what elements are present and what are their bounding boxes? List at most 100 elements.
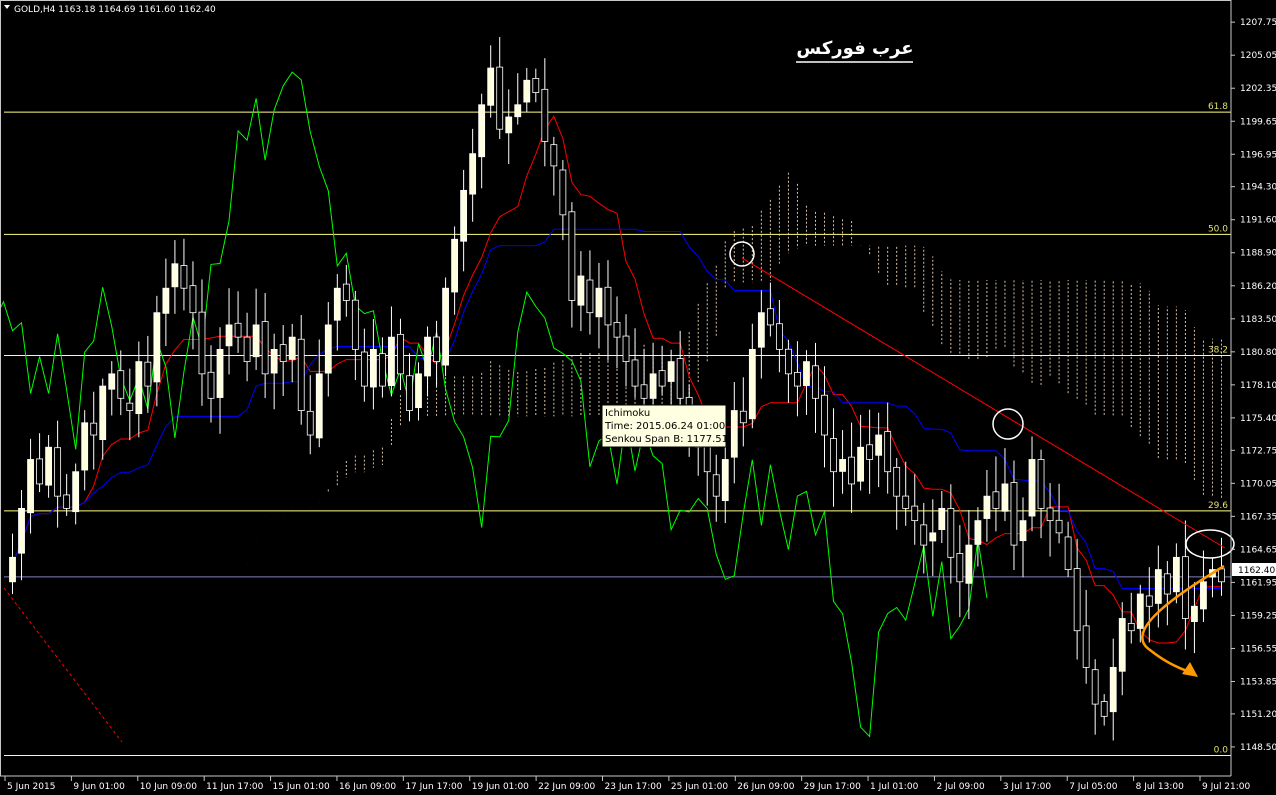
candle-body-0 [9, 556, 16, 583]
candle-body-104 [947, 508, 955, 558]
price-tick-label-1: 1205.05 [1240, 51, 1276, 61]
time-tick-label-1: 9 Jun 01:00 [73, 782, 125, 792]
candle-body-42 [388, 336, 395, 387]
candle-body-68 [622, 335, 630, 363]
time-tick-label-12: 29 Jun 17:00 [804, 782, 861, 792]
candle-body-5 [54, 447, 62, 497]
price-tick-label-7: 1188.90 [1240, 249, 1276, 259]
candle-body-3 [36, 458, 43, 485]
candle-body-53 [487, 67, 495, 106]
candle-body-35 [324, 324, 332, 374]
candle-body-8 [81, 422, 89, 471]
fibo-label-1: 50.0 [1208, 224, 1228, 234]
candle-body-84 [766, 308, 774, 326]
candle-body-114 [1037, 459, 1045, 509]
current-price-marker: 1162.40 [1232, 563, 1276, 576]
price-tick-label-19: 1156.55 [1240, 644, 1276, 654]
price-tick-label-13: 1172.75 [1240, 446, 1276, 456]
candle-body-77 [703, 444, 711, 473]
candle-body-117 [1064, 536, 1072, 570]
price-tick-label-9: 1183.50 [1240, 315, 1276, 325]
candle-body-110 [1001, 483, 1009, 512]
price-tick-label-18: 1159.25 [1240, 611, 1276, 621]
candle-body-63 [577, 275, 585, 306]
price-tick-label-5: 1194.30 [1240, 183, 1276, 193]
candle-body-92 [839, 459, 846, 472]
time-tick-label-4: 15 Jun 01:00 [273, 782, 330, 792]
candle-body-13 [126, 402, 134, 411]
candle-body-103 [938, 507, 946, 530]
time-tick-label-16: 7 Jul 05:00 [1069, 782, 1118, 792]
fibo-label-3: 29.6 [1208, 501, 1228, 511]
candle-body-79 [721, 459, 729, 502]
candle-body-32 [297, 338, 305, 411]
price-tick-label-8: 1186.20 [1240, 282, 1276, 292]
time-tick-label-14: 2 Jul 09:00 [936, 782, 985, 792]
time-tick-label-15: 3 Jul 17:00 [1003, 782, 1052, 792]
candle-body-122 [1109, 667, 1117, 713]
symbol-title: GOLD,H4 1163.18 1164.69 1161.60 1162.40 [14, 5, 216, 15]
candle-body-82 [748, 348, 756, 420]
candle-body-123 [1118, 618, 1126, 672]
candle-body-51 [469, 153, 477, 195]
candle-body-38 [351, 299, 359, 350]
candle-body-89 [812, 365, 819, 399]
candle-body-126 [1145, 595, 1153, 607]
price-tick-label-2: 1202.35 [1240, 84, 1276, 94]
candle-body-23 [216, 348, 224, 398]
tooltip-line-3: Senkou Span B: 1177.51 [605, 434, 728, 445]
candle-body-113 [1028, 459, 1036, 517]
candle-body-36 [333, 287, 341, 321]
price-tick-label-4: 1196.95 [1240, 150, 1276, 160]
watermark-arabic: عرب فوركس [796, 38, 913, 59]
candle-body-19 [180, 265, 188, 289]
candle-body-37 [342, 283, 350, 301]
candle-body-96 [875, 434, 883, 456]
candle-body-119 [1082, 625, 1090, 668]
candle-body-125 [1136, 593, 1144, 629]
time-tick-label-6: 17 Jun 17:00 [405, 782, 462, 792]
candle-body-2 [27, 459, 34, 514]
candle-body-127 [1154, 569, 1162, 604]
fibo-label-0: 61.8 [1208, 102, 1228, 112]
candle-body-107 [974, 520, 982, 545]
price-tick-label-3: 1199.65 [1240, 117, 1276, 127]
candle-body-97 [884, 431, 892, 473]
candle-body-21 [198, 311, 206, 375]
gold-h4-chart[interactable]: 61.8 50.0 38.2 29.6 0.0 1207.75 1205.05 1202.3… [0, 0, 1276, 795]
chart-background [0, 0, 1276, 795]
candle-body-59 [541, 88, 549, 142]
candle-body-130 [1182, 556, 1189, 619]
candle-body-71 [649, 373, 657, 399]
time-tick-label-3: 11 Jun 17:00 [206, 782, 263, 792]
candle-body-16 [153, 312, 161, 383]
time-tick-label-0: 5 Jun 2015 [7, 782, 55, 792]
candle-body-18 [171, 263, 179, 288]
tooltip-line-1: Ichimoku [605, 408, 650, 419]
candle-body-120 [1091, 669, 1099, 705]
candle-body-90 [821, 394, 828, 436]
candle-body-7 [72, 471, 80, 513]
candle-body-102 [929, 532, 937, 542]
candle-body-34 [315, 373, 323, 439]
candle-body-60 [550, 144, 558, 167]
candle-body-10 [99, 385, 107, 441]
price-tick-label-15: 1167.35 [1240, 512, 1276, 522]
candle-body-100 [911, 505, 919, 522]
price-tick-label-21: 1151.20 [1240, 710, 1276, 720]
candle-body-61 [559, 169, 567, 216]
candle-body-112 [1019, 520, 1027, 542]
candle-body-81 [739, 410, 747, 424]
candle-body-124 [1127, 622, 1135, 632]
candle-body-30 [279, 344, 287, 363]
candle-body-94 [857, 446, 864, 482]
candle-body-118 [1073, 568, 1081, 632]
time-tick-label-5: 16 Jun 09:00 [339, 782, 396, 792]
price-tick-label-20: 1153.85 [1240, 677, 1276, 687]
current-price-label: 1162.40 [1238, 566, 1275, 576]
price-tick-label-22: 1148.50 [1240, 743, 1276, 753]
candle-body-132 [1200, 581, 1207, 610]
candle-body-64 [586, 279, 594, 314]
candle-body-115 [1046, 507, 1054, 522]
price-tick-label-6: 1191.60 [1240, 216, 1276, 226]
